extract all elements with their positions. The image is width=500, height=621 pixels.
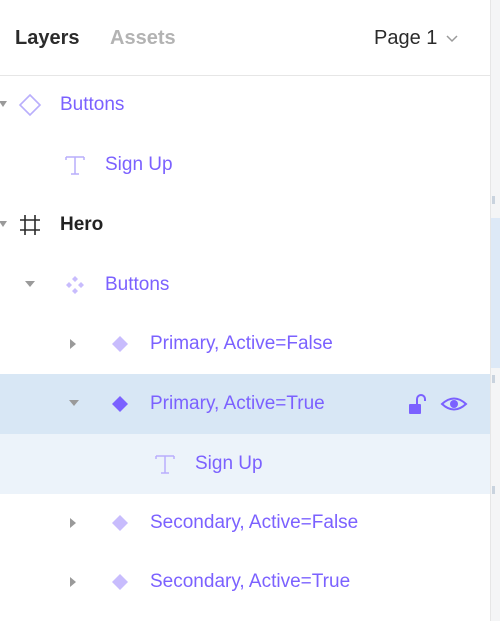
page-selector-value: Page 1 — [374, 27, 438, 49]
layer-row-primary-active-true[interactable]: Primary, Active=True — [0, 374, 490, 434]
layers-panel: Layers Assets Page 1 Buttons Sign Up Her… — [0, 0, 490, 621]
canvas-edge-mark — [492, 486, 495, 494]
caret-right-icon[interactable] — [68, 338, 78, 350]
canvas-edge-strip — [490, 0, 500, 621]
tab-assets[interactable]: Assets — [110, 26, 176, 50]
layer-label: Sign Up — [105, 154, 173, 175]
layer-label: Primary, Active=True — [150, 393, 325, 414]
layer-row-buttons-component[interactable]: Buttons — [0, 75, 490, 135]
caret-down-icon[interactable] — [0, 219, 8, 229]
instance-icon — [112, 396, 128, 412]
layer-label: Buttons — [60, 94, 125, 115]
canvas-edge-mark — [492, 375, 495, 383]
text-icon — [65, 156, 85, 175]
row-actions — [406, 392, 468, 416]
canvas-edge-mark — [492, 196, 495, 204]
chevron-down-icon — [446, 35, 458, 43]
component-set-icon — [66, 276, 84, 294]
caret-down-icon[interactable] — [24, 279, 36, 289]
tab-layers[interactable]: Layers — [15, 26, 80, 50]
eye-icon[interactable] — [440, 392, 468, 416]
layer-row-secondary-active-false[interactable]: Secondary, Active=False — [0, 493, 490, 553]
caret-down-icon[interactable] — [0, 99, 8, 109]
page-selector[interactable]: Page 1 — [374, 26, 459, 50]
frame-icon — [20, 215, 40, 235]
layer-label: Buttons — [105, 274, 170, 295]
layer-row-secondary-active-true[interactable]: Secondary, Active=True — [0, 552, 490, 612]
caret-right-icon[interactable] — [68, 576, 78, 588]
layer-label: Hero — [60, 214, 104, 235]
caret-right-icon[interactable] — [68, 517, 78, 529]
canvas-selection-highlight — [491, 218, 500, 368]
layer-label: Secondary, Active=False — [150, 512, 359, 533]
component-outline-icon — [18, 93, 42, 117]
layer-label: Primary, Active=False — [150, 333, 333, 354]
layer-label: Sign Up — [195, 453, 263, 474]
caret-down-icon[interactable] — [68, 398, 80, 408]
instance-icon — [112, 336, 128, 352]
layer-row-buttons-component-set[interactable]: Buttons — [0, 255, 490, 315]
layer-row-hero-frame[interactable]: Hero — [0, 195, 490, 255]
panel-header: Layers Assets Page 1 — [0, 0, 490, 76]
unlock-icon[interactable] — [406, 392, 428, 416]
layer-row-sign-up-text[interactable]: Sign Up — [0, 135, 490, 195]
instance-icon — [112, 574, 128, 590]
instance-icon — [112, 515, 128, 531]
layer-row-primary-active-false[interactable]: Primary, Active=False — [0, 314, 490, 374]
text-icon — [155, 455, 175, 474]
layer-row-sign-up-text-child[interactable]: Sign Up — [0, 434, 490, 494]
layer-label: Secondary, Active=True — [150, 571, 351, 592]
